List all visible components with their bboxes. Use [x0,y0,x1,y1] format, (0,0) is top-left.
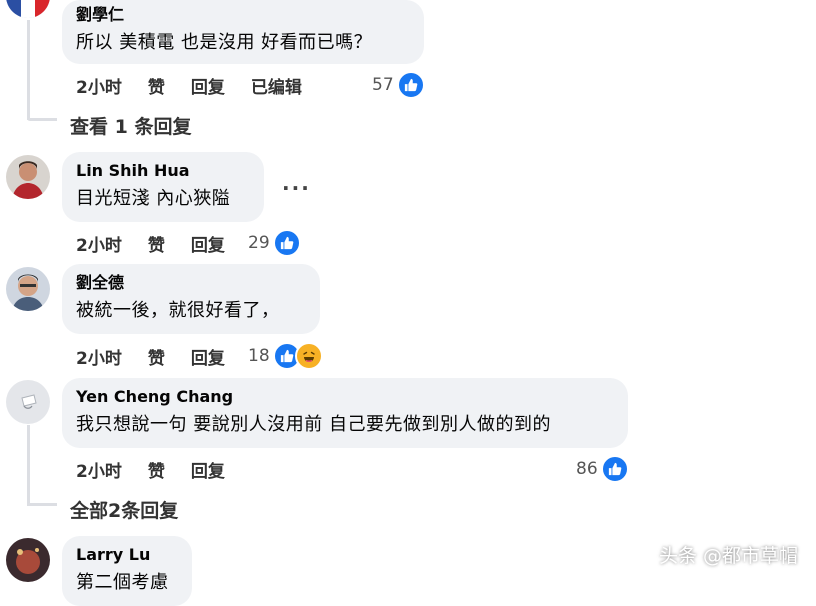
like-button[interactable]: 赞 [148,344,165,369]
comment-bubble: Larry Lu 第二個考慮 [62,536,192,606]
commenter-name[interactable]: 劉學仁 [76,4,410,26]
more-options-icon[interactable]: ··· [282,176,311,200]
watermark: 头条 @都市草帽 [658,545,798,567]
comment-bubble: 劉全德 被統一後，就很好看了， [62,264,320,334]
comment-text: 所以 美積電 也是沒用 好看而已嗎？ [76,32,373,53]
reaction-count: 86 [576,459,598,479]
comment-bubble: 劉學仁 所以 美積電 也是沒用 好看而已嗎？ [62,0,424,64]
reaction-count: 29 [248,233,270,253]
comment-actions: 2小时 赞 回复 已编辑 [76,73,328,98]
timestamp[interactable]: 2小时 [76,73,122,98]
commenter-name[interactable]: Lin Shih Hua [76,160,250,182]
view-replies-link[interactable]: 查看 1 条回复 [70,112,191,139]
avatar[interactable] [6,0,50,18]
like-button[interactable]: 赞 [148,457,165,482]
reply-button[interactable]: 回复 [191,457,225,482]
commenter-name[interactable]: Yen Cheng Chang [76,386,614,408]
like-icon [396,71,425,99]
reaction-summary[interactable]: 29 [248,229,301,257]
comment-text: 目光短淺 內心狹隘 [76,188,231,209]
comment-actions: 2小时 赞 回复 [76,457,251,482]
comment-text: 第二個考慮 [76,572,169,593]
comment-text: 我只想說一句 要說別人沒用前 自己要先做到別人做的到的 [76,414,551,435]
reply-button[interactable]: 回复 [191,73,225,98]
comment-bubble: Yen Cheng Chang 我只想說一句 要說別人沒用前 自己要先做到別人做… [62,378,628,448]
avatar[interactable] [6,380,50,424]
haha-icon [294,342,323,370]
reply-button[interactable]: 回复 [191,231,225,256]
view-all-replies-link[interactable]: 全部2条回复 [70,496,178,523]
comment-text: 被統一後，就很好看了， [76,300,280,321]
avatar[interactable] [6,538,50,582]
like-button[interactable]: 赞 [148,73,165,98]
timestamp[interactable]: 2小时 [76,457,122,482]
reaction-count: 18 [248,346,270,366]
comment-actions: 2小时 赞 回复 [76,231,251,256]
edited-label[interactable]: 已编辑 [251,73,302,98]
reaction-summary[interactable]: 18 [248,342,323,370]
avatar[interactable] [6,267,50,311]
comment-bubble: Lin Shih Hua 目光短淺 內心狹隘 [62,152,264,222]
reaction-summary[interactable]: 57 [372,71,425,99]
timestamp[interactable]: 2小时 [76,344,122,369]
like-icon [600,455,629,483]
thread-line [27,20,30,120]
thread-line [27,118,57,121]
commenter-name[interactable]: 劉全德 [76,272,306,294]
reply-button[interactable]: 回复 [191,344,225,369]
timestamp[interactable]: 2小时 [76,231,122,256]
thread-line [27,425,30,505]
like-button[interactable]: 赞 [148,231,165,256]
commenter-name[interactable]: Larry Lu [76,544,178,566]
reaction-count: 57 [372,75,394,95]
thread-line [27,503,57,506]
reaction-summary[interactable]: 86 [576,455,629,483]
comment-actions: 2小时 赞 回复 [76,344,251,369]
like-icon [272,229,301,257]
avatar[interactable] [6,155,50,199]
